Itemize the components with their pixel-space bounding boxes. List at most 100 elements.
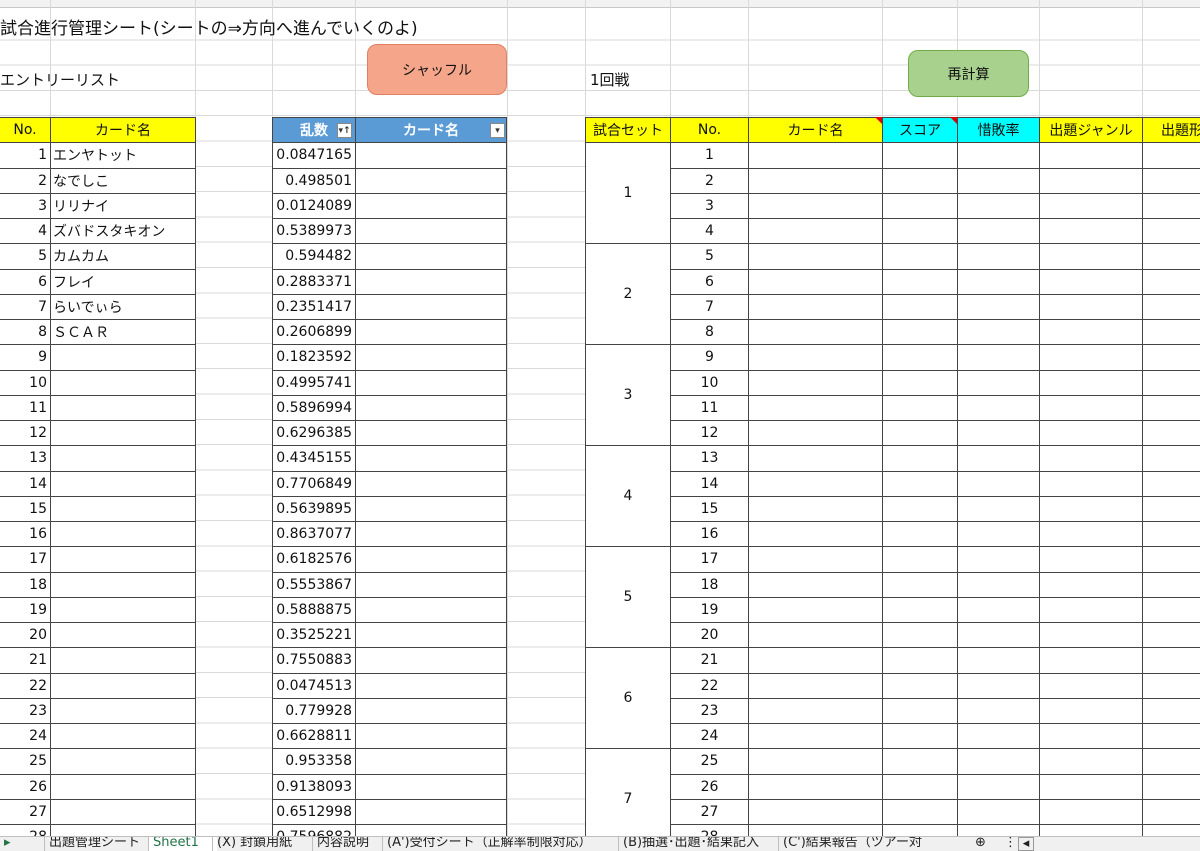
random-value-cell[interactable]: 0.6296385 bbox=[272, 420, 356, 447]
random-value-cell[interactable]: 0.2883371 bbox=[272, 268, 356, 295]
match-score-cell[interactable] bbox=[882, 470, 958, 497]
match-loss-cell[interactable] bbox=[957, 672, 1040, 699]
random-value-cell[interactable]: 0.6182576 bbox=[272, 546, 356, 573]
random-value-cell[interactable]: 0.3525221 bbox=[272, 622, 356, 649]
match-score-cell[interactable] bbox=[882, 622, 958, 649]
entry-card-cell[interactable] bbox=[50, 495, 196, 522]
sheet-tab[interactable]: (A')受付シート（正解率制限対応） bbox=[382, 837, 623, 851]
match-genre-cell[interactable] bbox=[1039, 773, 1143, 800]
match-genre-cell[interactable] bbox=[1039, 470, 1143, 497]
random-value-cell[interactable]: 0.8637077 bbox=[272, 521, 356, 548]
comment-indicator-icon[interactable] bbox=[875, 117, 882, 124]
random-card-cell[interactable] bbox=[355, 672, 507, 699]
new-sheet-icon[interactable]: ⊕ bbox=[975, 837, 993, 851]
match-loss-cell[interactable] bbox=[957, 243, 1040, 270]
entry-card-cell[interactable] bbox=[50, 420, 196, 447]
random-card-cell[interactable] bbox=[355, 748, 507, 775]
random-card-cell[interactable] bbox=[355, 268, 507, 295]
match-loss-cell[interactable] bbox=[957, 521, 1040, 548]
random-card-cell[interactable] bbox=[355, 596, 507, 623]
match-extra-cell[interactable] bbox=[1142, 672, 1200, 699]
match-genre-cell[interactable] bbox=[1039, 167, 1143, 194]
match-loss-cell[interactable] bbox=[957, 723, 1040, 750]
random-card-cell[interactable] bbox=[355, 192, 507, 219]
match-score-cell[interactable] bbox=[882, 697, 958, 724]
match-extra-cell[interactable] bbox=[1142, 243, 1200, 270]
random-card-cell[interactable] bbox=[355, 546, 507, 573]
match-extra-cell[interactable] bbox=[1142, 142, 1200, 169]
match-score-cell[interactable] bbox=[882, 445, 958, 472]
match-genre-cell[interactable] bbox=[1039, 445, 1143, 472]
match-genre-cell[interactable] bbox=[1039, 192, 1143, 219]
random-value-cell[interactable]: 0.0474513 bbox=[272, 672, 356, 699]
random-value-cell[interactable]: 0.2351417 bbox=[272, 293, 356, 320]
sheet-tab[interactable]: (X) 封鎖用紙 bbox=[212, 837, 317, 851]
match-loss-cell[interactable] bbox=[957, 268, 1040, 295]
match-loss-cell[interactable] bbox=[957, 192, 1040, 219]
more-icon[interactable]: ⋮ bbox=[1004, 837, 1012, 851]
match-loss-cell[interactable] bbox=[957, 293, 1040, 320]
match-card-cell[interactable] bbox=[748, 293, 883, 320]
random-card-cell[interactable] bbox=[355, 344, 507, 371]
match-extra-cell[interactable] bbox=[1142, 344, 1200, 371]
random-card-cell[interactable] bbox=[355, 723, 507, 750]
random-value-cell[interactable]: 0.0124089 bbox=[272, 192, 356, 219]
match-genre-cell[interactable] bbox=[1039, 723, 1143, 750]
match-score-cell[interactable] bbox=[882, 495, 958, 522]
random-value-cell[interactable]: 0.6628811 bbox=[272, 723, 356, 750]
random-value-cell[interactable]: 0.5888875 bbox=[272, 596, 356, 623]
entry-card-cell[interactable] bbox=[50, 571, 196, 598]
match-card-cell[interactable] bbox=[748, 192, 883, 219]
match-genre-cell[interactable] bbox=[1039, 596, 1143, 623]
match-loss-cell[interactable] bbox=[957, 445, 1040, 472]
random-value-cell[interactable]: 0.5639895 bbox=[272, 495, 356, 522]
match-loss-cell[interactable] bbox=[957, 697, 1040, 724]
random-card-cell[interactable] bbox=[355, 495, 507, 522]
match-genre-cell[interactable] bbox=[1039, 798, 1143, 825]
match-card-cell[interactable] bbox=[748, 470, 883, 497]
match-extra-cell[interactable] bbox=[1142, 445, 1200, 472]
random-value-cell[interactable]: 0.0847165 bbox=[272, 142, 356, 169]
match-extra-cell[interactable] bbox=[1142, 192, 1200, 219]
match-card-cell[interactable] bbox=[748, 773, 883, 800]
match-card-cell[interactable] bbox=[748, 647, 883, 674]
match-genre-cell[interactable] bbox=[1039, 344, 1143, 371]
match-card-cell[interactable] bbox=[748, 697, 883, 724]
match-genre-cell[interactable] bbox=[1039, 521, 1143, 548]
filter-dropdown-icon[interactable]: ▾ bbox=[490, 123, 505, 138]
entry-card-cell[interactable] bbox=[50, 773, 196, 800]
match-loss-cell[interactable] bbox=[957, 596, 1040, 623]
match-extra-cell[interactable] bbox=[1142, 571, 1200, 598]
match-card-cell[interactable] bbox=[748, 798, 883, 825]
match-score-cell[interactable] bbox=[882, 672, 958, 699]
match-card-cell[interactable] bbox=[748, 445, 883, 472]
match-loss-cell[interactable] bbox=[957, 142, 1040, 169]
match-genre-cell[interactable] bbox=[1039, 571, 1143, 598]
entry-card-cell[interactable] bbox=[50, 394, 196, 421]
random-value-cell[interactable]: 0.953358 bbox=[272, 748, 356, 775]
shuffle-button[interactable]: シャッフル bbox=[367, 44, 507, 95]
sheet-tab[interactable]: 内容説明 bbox=[312, 837, 387, 851]
match-genre-cell[interactable] bbox=[1039, 495, 1143, 522]
match-score-cell[interactable] bbox=[882, 192, 958, 219]
random-card-cell[interactable] bbox=[355, 647, 507, 674]
match-extra-cell[interactable] bbox=[1142, 167, 1200, 194]
match-loss-cell[interactable] bbox=[957, 647, 1040, 674]
random-value-cell[interactable]: 0.2606899 bbox=[272, 319, 356, 346]
sheet-tab[interactable]: (C')結果報告（ツアー対 bbox=[778, 837, 973, 851]
recalc-button[interactable]: 再計算 bbox=[908, 50, 1029, 97]
match-extra-cell[interactable] bbox=[1142, 798, 1200, 825]
random-value-cell[interactable]: 0.594482 bbox=[272, 243, 356, 270]
random-card-cell[interactable] bbox=[355, 622, 507, 649]
entry-card-cell[interactable]: カムカム bbox=[50, 243, 196, 270]
match-loss-cell[interactable] bbox=[957, 748, 1040, 775]
random-value-cell[interactable]: 0.5896994 bbox=[272, 394, 356, 421]
random-card-cell[interactable] bbox=[355, 773, 507, 800]
match-genre-cell[interactable] bbox=[1039, 622, 1143, 649]
match-genre-cell[interactable] bbox=[1039, 546, 1143, 573]
random-value-cell[interactable]: 0.6512998 bbox=[272, 798, 356, 825]
match-card-cell[interactable] bbox=[748, 394, 883, 421]
random-card-cell[interactable] bbox=[355, 798, 507, 825]
match-extra-cell[interactable] bbox=[1142, 647, 1200, 674]
entry-card-cell[interactable] bbox=[50, 647, 196, 674]
